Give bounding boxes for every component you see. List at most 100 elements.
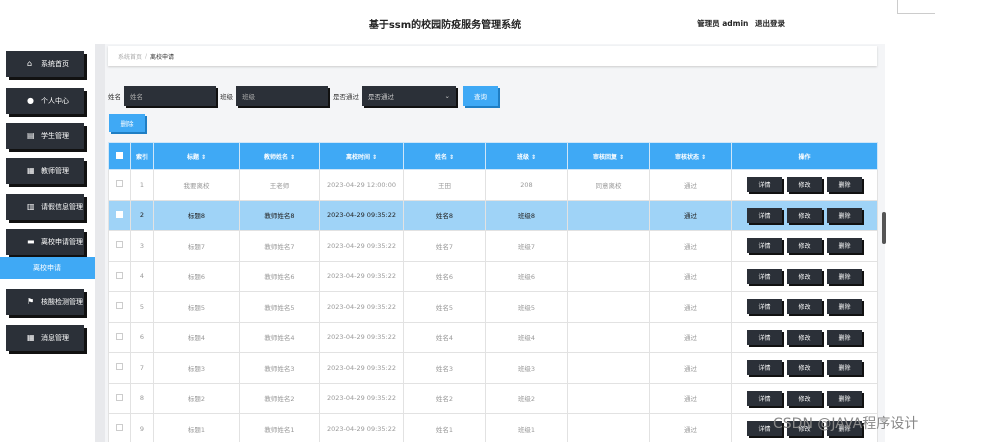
row-select-cell[interactable] [108, 260, 131, 292]
cell-name: 姓名8 [403, 199, 486, 231]
column-header[interactable]: 审核回复 ⇕ [567, 142, 650, 170]
approved-select[interactable]: 是否通过 ⌄ [362, 86, 456, 106]
table-header-row: 索引 标题 ⇕ 教师姓名 ⇕ 离校时间 ⇕ 姓名 ⇕ 班级 ⇕ 审核回复 ⇕ 审… [108, 142, 878, 170]
column-header[interactable]: 离校时间 ⇕ [319, 142, 404, 170]
edit-button[interactable]: 修改 [787, 238, 822, 254]
table-row[interactable]: 2 标题8 教师姓名8 2023-04-29 09:35:22 姓名8 班级8 通过 详情 修改… [108, 199, 878, 231]
table-row[interactable]: 9 标题1 教师姓名1 2023-04-29 09:35:22 姓名1 班级1 通过 详情 修改… [108, 413, 878, 442]
cell-class: 班级6 [485, 260, 568, 292]
cell-teacher: 教师姓名4 [239, 321, 320, 353]
delete-button[interactable]: 删除 [827, 207, 862, 223]
table-row[interactable]: 4 标题6 教师姓名6 2023-04-29 09:35:22 姓名6 班级6 通过 详情 修改… [108, 260, 878, 292]
delete-button[interactable]: 删除 [827, 360, 862, 376]
scrollbar-handle[interactable] [882, 212, 886, 244]
table-row[interactable]: 5 标题5 教师姓名5 2023-04-29 09:35:22 姓名5 班级5 通过 详情 修改… [108, 291, 878, 323]
table-row[interactable]: 7 标题3 教师姓名3 2023-04-29 09:35:22 姓名3 班级3 通过 详情 修改… [108, 352, 878, 384]
cell-name: 姓名7 [403, 230, 486, 262]
cell-status: 通过 [649, 260, 732, 292]
row-checkbox[interactable] [116, 393, 123, 401]
logout-link[interactable]: 退出登录 [755, 19, 785, 28]
column-header[interactable]: 班级 ⇕ [485, 142, 568, 170]
edit-button[interactable]: 修改 [787, 177, 822, 193]
detail-button[interactable]: 详情 [747, 360, 782, 376]
breadcrumb-separator: / [145, 52, 148, 60]
select-all-header[interactable] [108, 142, 131, 170]
breadcrumb-home[interactable]: 系统首页 [118, 52, 142, 61]
cell-index: 1 [130, 169, 154, 201]
cell-title: 标题3 [153, 352, 240, 384]
delete-button[interactable]: 删除 [827, 299, 862, 315]
delete-button[interactable]: 删除 [827, 329, 862, 345]
sidebar-item-label: 消息管理 [41, 334, 69, 342]
row-select-cell[interactable] [108, 169, 131, 201]
cell-name: 姓名3 [403, 352, 486, 384]
sidebar-item-teachers[interactable]: ▦ 教师管理 [6, 158, 84, 184]
row-checkbox[interactable] [116, 424, 123, 432]
table-row[interactable]: 8 标题2 教师姓名2 2023-04-29 09:35:22 姓名2 班级2 通过 详情 修改… [108, 382, 878, 414]
edit-button[interactable]: 修改 [787, 329, 822, 345]
detail-button[interactable]: 详情 [747, 238, 782, 254]
row-checkbox[interactable] [116, 210, 123, 218]
breadcrumb-current: 离校申请 [150, 53, 175, 61]
sidebar-item-profile[interactable]: ● 个人中心 [6, 88, 84, 114]
edit-button[interactable]: 修改 [787, 390, 822, 406]
row-select-cell[interactable] [108, 382, 131, 414]
row-checkbox[interactable] [116, 271, 123, 279]
detail-button[interactable]: 详情 [747, 207, 782, 223]
cell-title: 我要离校 [153, 169, 240, 201]
sidebar-item-departure[interactable]: ▬ 离校申请管理 [6, 229, 84, 255]
column-header[interactable]: 姓名 ⇕ [403, 142, 486, 170]
cell-name: 王田 [403, 169, 486, 201]
class-input[interactable]: 班级 [236, 86, 328, 106]
sidebar-item-label: 核酸检测管理 [41, 298, 83, 306]
sidebar-item-label: 个人中心 [41, 97, 69, 105]
edit-button[interactable]: 修改 [787, 360, 822, 376]
delete-button[interactable]: 删除 [827, 390, 862, 406]
corner-frame [897, 0, 935, 14]
delete-button[interactable]: 删除 [827, 177, 862, 193]
row-checkbox[interactable] [116, 302, 123, 310]
detail-button[interactable]: 详情 [747, 329, 782, 345]
table-row[interactable]: 6 标题4 教师姓名4 2023-04-29 09:35:22 姓名4 班级4 通过 详情 修改… [108, 321, 878, 353]
row-select-cell[interactable] [108, 321, 131, 353]
edit-button[interactable]: 修改 [787, 207, 822, 223]
sidebar-item-nucleic-test[interactable]: ⚑ 核酸检测管理 [6, 289, 84, 315]
row-checkbox[interactable] [116, 241, 123, 249]
table-row[interactable]: 1 我要离校 王老师 2023-04-29 12:00:00 王田 208 同意离校 通过 详情… [108, 169, 878, 201]
edit-button[interactable]: 修改 [787, 299, 822, 315]
row-select-cell[interactable] [108, 230, 131, 262]
row-checkbox[interactable] [116, 180, 123, 188]
sidebar-item-messages[interactable]: ▦ 消息管理 [6, 325, 84, 351]
cell-index: 9 [130, 413, 154, 442]
delete-button[interactable]: 删除 [827, 238, 862, 254]
batch-delete-button[interactable]: 删除 [109, 114, 145, 132]
row-select-cell[interactable] [108, 291, 131, 323]
column-header[interactable]: 标题 ⇕ [153, 142, 240, 170]
cell-name: 姓名4 [403, 321, 486, 353]
sidebar-item-students[interactable]: ▤ 学生管理 [6, 123, 84, 149]
row-select-cell[interactable] [108, 413, 131, 442]
row-checkbox[interactable] [116, 332, 123, 340]
column-header[interactable]: 审核状态 ⇕ [649, 142, 732, 170]
column-header[interactable]: 教师姓名 ⇕ [239, 142, 320, 170]
sidebar-item-leave[interactable]: ▥ 请假信息管理 [6, 194, 84, 220]
detail-button[interactable]: 详情 [747, 299, 782, 315]
row-select-cell[interactable] [108, 199, 131, 231]
select-all-checkbox[interactable] [116, 151, 123, 159]
detail-button[interactable]: 详情 [747, 390, 782, 406]
row-select-cell[interactable] [108, 352, 131, 384]
sidebar-subitem-departure-request[interactable]: 离校申请 [0, 257, 95, 279]
query-button[interactable]: 查询 [463, 86, 498, 106]
sidebar-item-home[interactable]: ⌂ 系统首页 [6, 51, 84, 77]
table-row[interactable]: 3 标题7 教师姓名7 2023-04-29 09:35:22 姓名7 班级7 通过 详情 修改… [108, 230, 878, 262]
name-input[interactable]: 姓名 [124, 86, 216, 106]
search-bar: 姓名 姓名 班级 班级 是否通过 是否通过 ⌄ 查询 [108, 86, 498, 106]
edit-button[interactable]: 修改 [787, 268, 822, 284]
detail-button[interactable]: 详情 [747, 177, 782, 193]
delete-button[interactable]: 删除 [827, 268, 862, 284]
sidebar-item-label: 离校申请管理 [41, 238, 83, 246]
detail-button[interactable]: 详情 [747, 268, 782, 284]
row-checkbox[interactable] [116, 363, 123, 371]
right-gutter [885, 0, 982, 442]
cell-class: 班级2 [485, 382, 568, 414]
